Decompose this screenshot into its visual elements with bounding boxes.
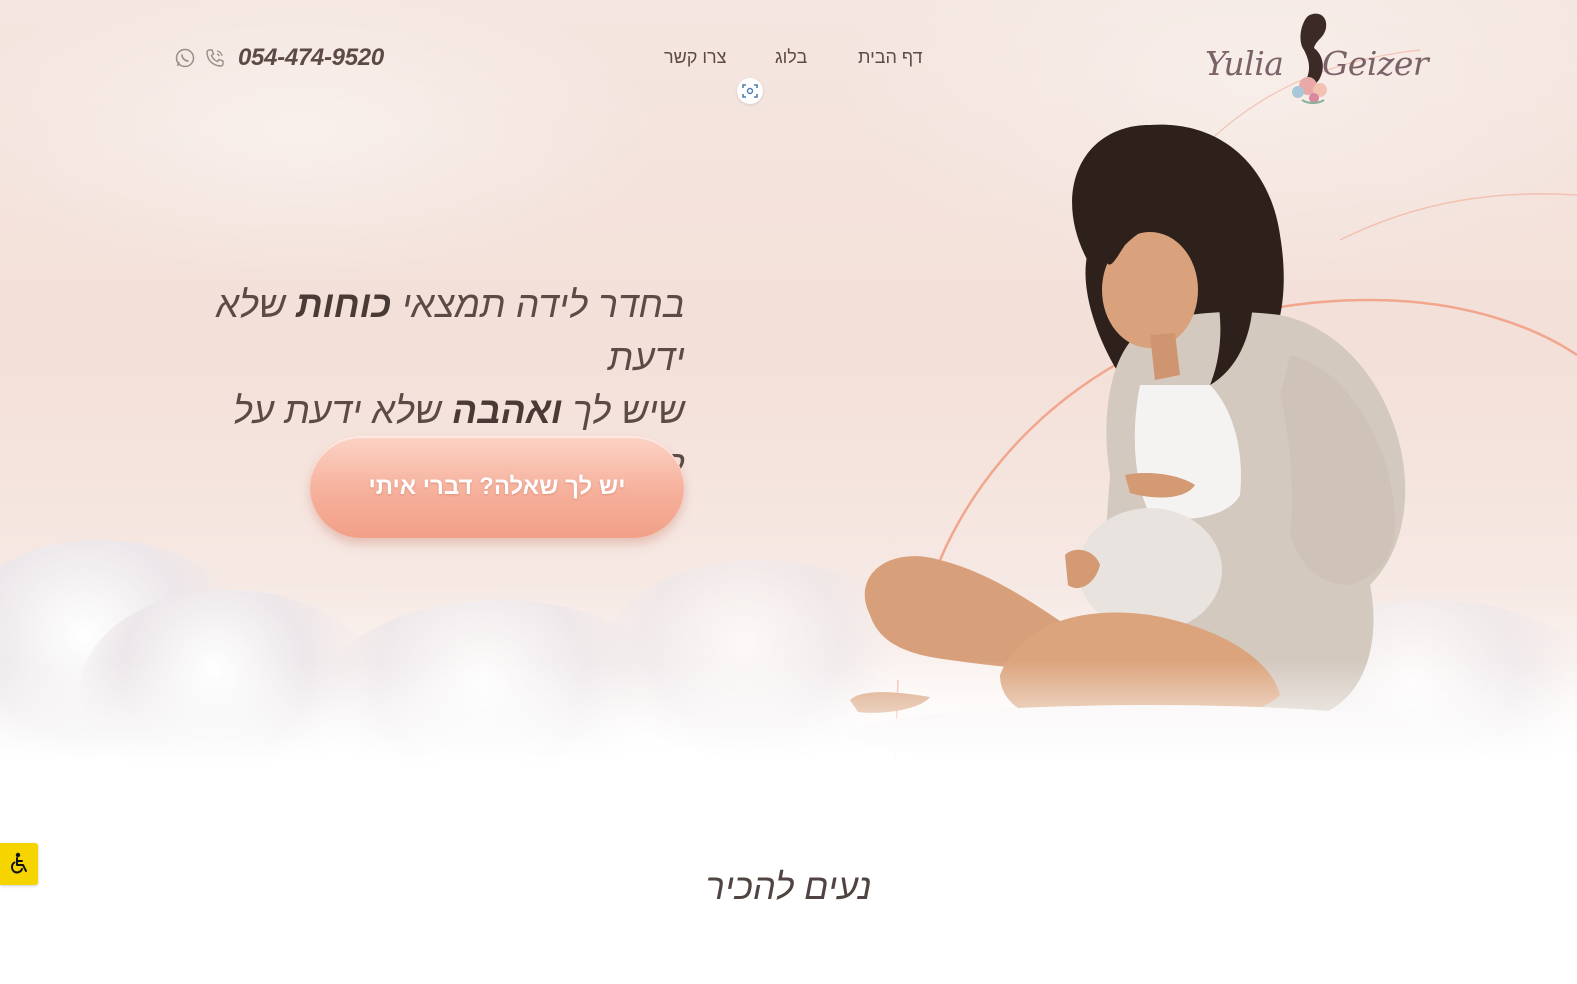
pregnant-woman-image <box>850 124 1430 755</box>
phone-number-link[interactable]: 054-474-9520 <box>238 44 384 72</box>
headline-emphasis: כוחות <box>296 284 392 325</box>
headline-emphasis: ואהבה <box>452 390 563 431</box>
headline-text: שיש לך <box>562 390 685 431</box>
accessibility-button[interactable] <box>0 843 38 885</box>
cta-label: יש לך שאלה? דברי איתי <box>368 473 626 500</box>
phone-icon[interactable] <box>204 47 226 69</box>
wheelchair-icon <box>11 852 27 874</box>
site-logo[interactable]: Yulia Geizer <box>1205 13 1429 108</box>
about-section-title: נעים להכיר <box>705 866 872 907</box>
nav-item-blog[interactable]: בלוג <box>775 47 807 68</box>
contact-cta-button[interactable]: יש לך שאלה? דברי איתי <box>310 436 684 538</box>
header-contact: 054-474-9520 <box>174 42 384 74</box>
focus-indicator-icon <box>737 78 763 104</box>
nav-item-home[interactable]: דף הבית <box>858 47 923 68</box>
logo-first-name: Yulia <box>1205 44 1284 83</box>
whatsapp-icon[interactable] <box>174 47 196 69</box>
hero-fade <box>0 660 1577 770</box>
headline-text: בחדר לידה תמצאי <box>391 284 685 325</box>
nav-item-contact[interactable]: צרו קשר <box>664 47 726 68</box>
logo-last-name: Geizer <box>1322 44 1429 83</box>
